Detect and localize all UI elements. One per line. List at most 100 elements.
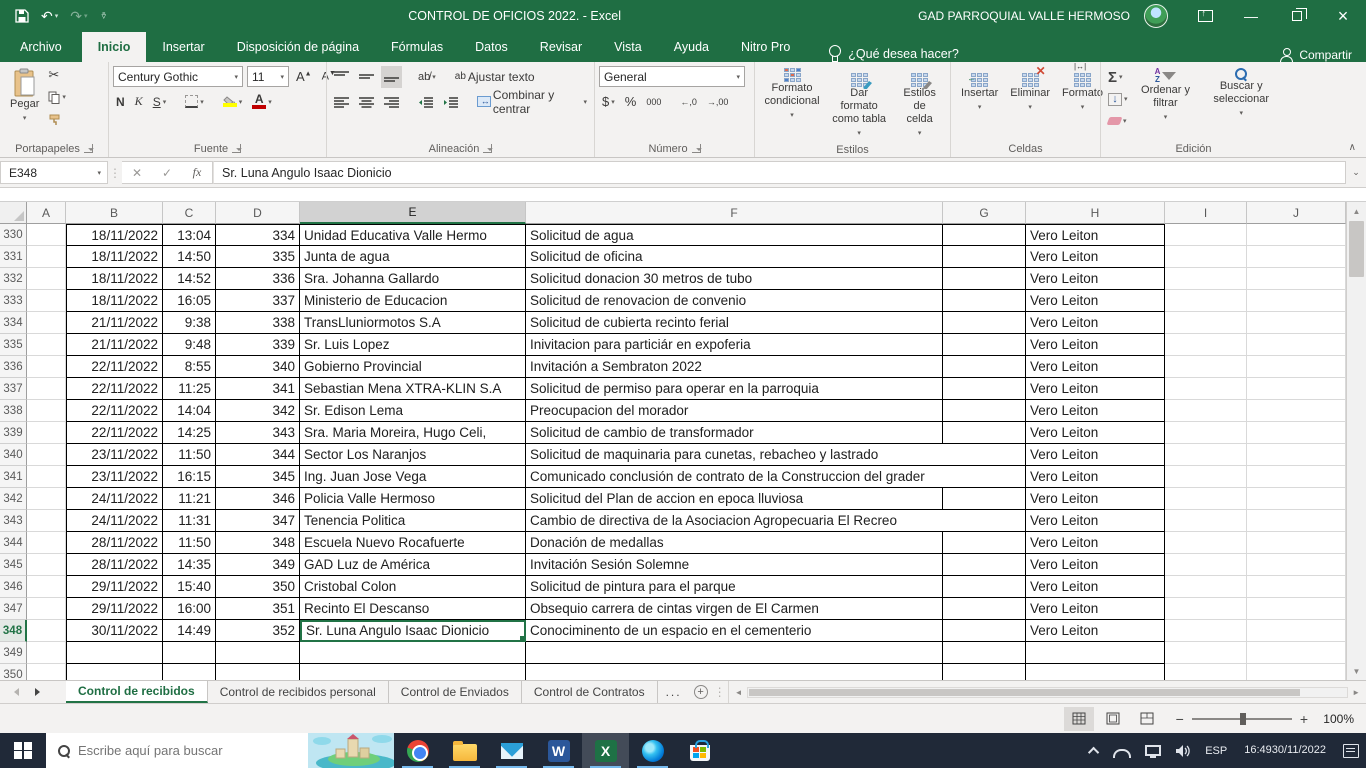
cell-styles-button[interactable]: Estilos de celda▾ xyxy=(893,64,946,142)
horizontal-scroll-track[interactable] xyxy=(747,687,1349,698)
grow-font-button[interactable]: A▲ xyxy=(293,66,315,88)
clear-button[interactable]: ▾ xyxy=(1105,110,1131,132)
row-header-331[interactable]: 331 xyxy=(0,246,27,268)
cell-C337[interactable]: 11:25 xyxy=(163,378,216,400)
row-header-336[interactable]: 336 xyxy=(0,356,27,378)
cell-C350[interactable] xyxy=(163,664,216,680)
cell-E346[interactable]: Cristobal Colon xyxy=(300,576,526,598)
tab-nitro-pro[interactable]: Nitro Pro xyxy=(725,32,806,62)
comma-style-button[interactable]: 000 xyxy=(643,91,664,113)
font-color-button[interactable]: A▾ xyxy=(249,91,275,113)
cell-G349[interactable] xyxy=(943,642,1026,664)
cell-A350[interactable] xyxy=(27,664,66,680)
page-break-view-button[interactable] xyxy=(1132,707,1162,731)
cell-J346[interactable] xyxy=(1247,576,1346,598)
cell-D343[interactable]: 347 xyxy=(216,510,300,532)
cell-E339[interactable]: Sra. Maria Moreira, Hugo Celi, xyxy=(300,422,526,444)
delete-cells-button[interactable]: ✕ Eliminar▾ xyxy=(1004,64,1056,116)
align-top-button[interactable] xyxy=(331,66,352,88)
row-header-346[interactable]: 346 xyxy=(0,576,27,598)
cell-G333[interactable] xyxy=(943,290,1026,312)
zoom-slider[interactable] xyxy=(1192,718,1292,720)
alignment-dialog-launcher[interactable] xyxy=(483,144,492,153)
taskbar-file-explorer[interactable] xyxy=(441,733,488,768)
zoom-out-button[interactable]: − xyxy=(1176,711,1184,727)
font-name-combo[interactable]: Century Gothic▾ xyxy=(113,66,243,87)
cell-E342[interactable]: Policia Valle Hermoso xyxy=(300,488,526,510)
zoom-in-button[interactable]: + xyxy=(1300,711,1308,727)
scroll-left-icon[interactable]: ◄ xyxy=(731,688,747,697)
column-header-H[interactable]: H xyxy=(1026,202,1165,224)
tab-revisar[interactable]: Revisar xyxy=(524,32,598,62)
cell-H338[interactable]: Vero Leiton xyxy=(1026,400,1165,422)
cell-I338[interactable] xyxy=(1165,400,1247,422)
cell-I330[interactable] xyxy=(1165,224,1247,246)
horizontal-scrollbar[interactable]: ◄ ► xyxy=(728,681,1366,703)
prev-sheet-icon[interactable] xyxy=(14,688,19,696)
taskbar-chrome[interactable] xyxy=(394,733,441,768)
cell-J347[interactable] xyxy=(1247,598,1346,620)
close-button[interactable]: × xyxy=(1320,0,1366,32)
cell-A345[interactable] xyxy=(27,554,66,576)
ribbon-display-options-button[interactable] xyxy=(1182,0,1228,32)
cell-D348[interactable]: 352 xyxy=(216,620,300,642)
cell-F340[interactable]: Solicitud de maquinaria para cunetas, re… xyxy=(526,444,1026,466)
cell-G347[interactable] xyxy=(943,598,1026,620)
row-header-332[interactable]: 332 xyxy=(0,268,27,290)
cell-F335[interactable]: Inivitacion para particiár en expoferia xyxy=(526,334,943,356)
cell-C343[interactable]: 11:31 xyxy=(163,510,216,532)
taskbar-edge[interactable] xyxy=(629,733,676,768)
cell-B339[interactable]: 22/11/2022 xyxy=(66,422,163,444)
cell-J339[interactable] xyxy=(1247,422,1346,444)
tray-show-hidden-icons[interactable] xyxy=(1084,733,1106,768)
insert-cells-button[interactable]: ← Insertar▾ xyxy=(955,64,1004,116)
cell-D334[interactable]: 338 xyxy=(216,312,300,334)
cell-J343[interactable] xyxy=(1247,510,1346,532)
cell-C330[interactable]: 13:04 xyxy=(163,224,216,246)
cell-A336[interactable] xyxy=(27,356,66,378)
scroll-up-icon[interactable]: ▲ xyxy=(1347,202,1366,220)
paste-button[interactable]: Pegar▾ xyxy=(4,64,45,127)
next-sheet-icon[interactable] xyxy=(35,688,40,696)
cell-H349[interactable] xyxy=(1026,642,1165,664)
cell-B333[interactable]: 18/11/2022 xyxy=(66,290,163,312)
cell-I344[interactable] xyxy=(1165,532,1247,554)
cell-E343[interactable]: Tenencia Politica xyxy=(300,510,526,532)
underline-button[interactable]: S▾ xyxy=(150,91,170,113)
column-header-I[interactable]: I xyxy=(1165,202,1247,224)
tab-f-rmulas[interactable]: Fórmulas xyxy=(375,32,459,62)
cell-A342[interactable] xyxy=(27,488,66,510)
cell-D346[interactable]: 350 xyxy=(216,576,300,598)
cell-H335[interactable]: Vero Leiton xyxy=(1026,334,1165,356)
cell-J344[interactable] xyxy=(1247,532,1346,554)
tray-onedrive[interactable] xyxy=(1106,733,1138,768)
cell-I331[interactable] xyxy=(1165,246,1247,268)
cell-A347[interactable] xyxy=(27,598,66,620)
cell-A349[interactable] xyxy=(27,642,66,664)
cell-B350[interactable] xyxy=(66,664,163,680)
cell-J336[interactable] xyxy=(1247,356,1346,378)
taskbar-excel[interactable]: X xyxy=(582,733,629,768)
cell-J338[interactable] xyxy=(1247,400,1346,422)
cell-E345[interactable]: GAD Luz de América xyxy=(300,554,526,576)
cell-G332[interactable] xyxy=(943,268,1026,290)
cell-D344[interactable]: 348 xyxy=(216,532,300,554)
cell-C344[interactable]: 11:50 xyxy=(163,532,216,554)
row-header-350[interactable]: 350 xyxy=(0,664,27,680)
cell-I334[interactable] xyxy=(1165,312,1247,334)
cell-H337[interactable]: Vero Leiton xyxy=(1026,378,1165,400)
cell-H339[interactable]: Vero Leiton xyxy=(1026,422,1165,444)
cell-E334[interactable]: TransLluniormotos S.A xyxy=(300,312,526,334)
cell-F342[interactable]: Solicitud del Plan de accion en epoca ll… xyxy=(526,488,943,510)
cell-C340[interactable]: 11:50 xyxy=(163,444,216,466)
share-button[interactable]: Compartir xyxy=(1299,48,1352,62)
tab-inicio[interactable]: Inicio xyxy=(82,32,147,62)
tab-datos[interactable]: Datos xyxy=(459,32,524,62)
cell-G337[interactable] xyxy=(943,378,1026,400)
cell-H332[interactable]: Vero Leiton xyxy=(1026,268,1165,290)
cell-J348[interactable] xyxy=(1247,620,1346,642)
cell-B348[interactable]: 30/11/2022 xyxy=(66,620,163,642)
cell-H348[interactable]: Vero Leiton xyxy=(1026,620,1165,642)
cell-F331[interactable]: Solicitud de oficina xyxy=(526,246,943,268)
tray-clock[interactable]: 16:49 30/11/2022 xyxy=(1234,733,1336,768)
